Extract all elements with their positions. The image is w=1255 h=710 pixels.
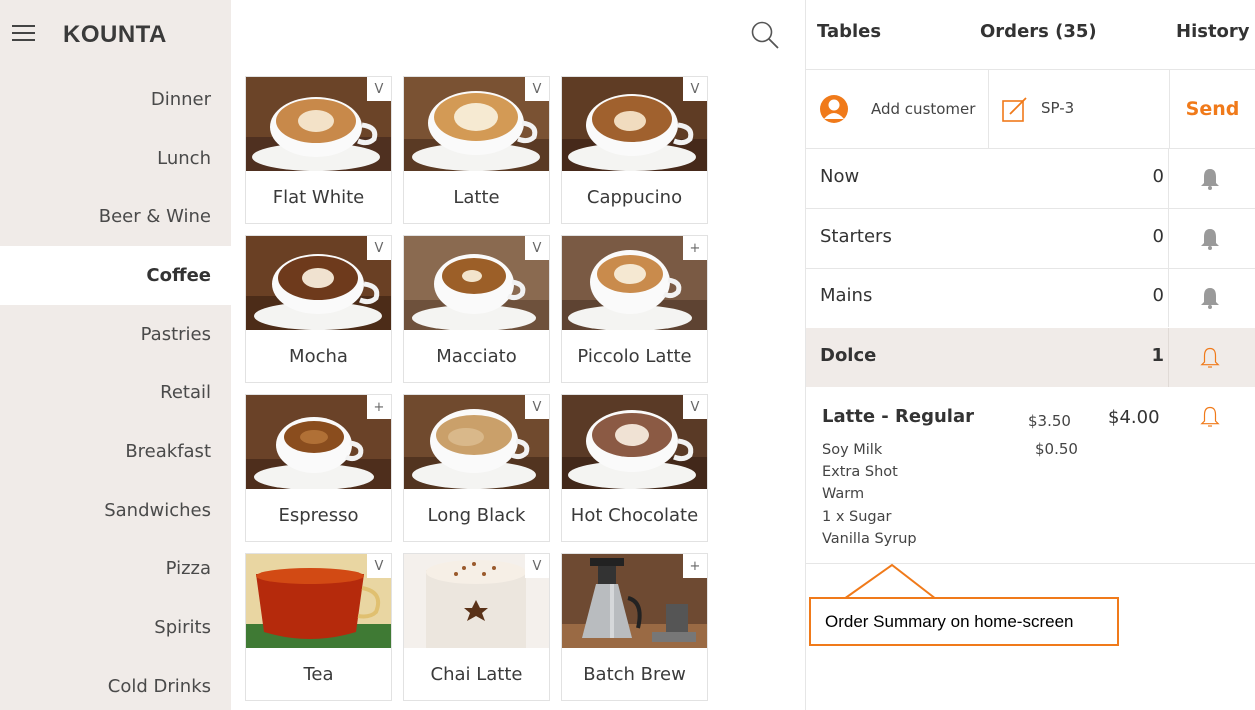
product-name: Flat White [272, 186, 365, 208]
order-reference-button[interactable]: SP-3 [989, 70, 1169, 148]
product-tile-chai-latte[interactable]: V Chai Latte [403, 553, 550, 701]
modifier: Soy Milk [822, 442, 883, 458]
search-icon[interactable] [750, 20, 780, 50]
product-tile-long-black[interactable]: V Long Black [403, 394, 550, 542]
tab-history[interactable]: History [1176, 21, 1250, 42]
product-name: Cappucino [586, 186, 683, 208]
divider [1168, 268, 1169, 327]
category-sidebar: KOUNTA Dinner Lunch Beer & Wine Coffee P… [0, 0, 231, 710]
course-row-starters[interactable]: Starters 0 [806, 209, 1255, 268]
category-pizza[interactable]: Pizza [0, 540, 231, 599]
variant-indicator: V [367, 77, 391, 101]
modifier: Vanilla Syrup [822, 530, 917, 547]
divider [1168, 328, 1169, 387]
modifier: 1 x Sugar [822, 508, 892, 525]
bell-icon[interactable] [1198, 227, 1222, 251]
callout-pointer [843, 563, 937, 600]
course-name: Mains [820, 285, 873, 306]
product-name: Long Black [427, 504, 526, 526]
category-retail[interactable]: Retail [0, 363, 231, 422]
category-coffee[interactable]: Coffee [0, 246, 231, 305]
course-row-dolce[interactable]: Dolce 1 [806, 328, 1255, 387]
edit-note-icon [1002, 97, 1027, 122]
order-item-total: $4.00 [1108, 407, 1160, 428]
product-tile-hot-chocolate[interactable]: V Hot Chocolate [561, 394, 708, 542]
variant-indicator: V [367, 554, 391, 578]
variant-indicator: V [525, 236, 549, 260]
add-indicator: + [683, 554, 707, 578]
customer-avatar-icon [820, 95, 848, 123]
product-name: Mocha [289, 345, 348, 367]
variant-indicator: V [367, 236, 391, 260]
bell-outline-icon[interactable] [1198, 405, 1222, 429]
course-count: 1 [1151, 345, 1164, 366]
modifier: Extra Shot [822, 464, 898, 481]
variant-indicator: V [525, 554, 549, 578]
add-indicator: + [367, 395, 391, 419]
product-tile-batch-brew[interactable]: + Batch Brew [561, 553, 708, 701]
course-count: 0 [1152, 226, 1164, 247]
category-sandwiches[interactable]: Sandwiches [0, 481, 231, 540]
product-name: Macciato [436, 345, 517, 367]
category-spirits[interactable]: Spirits [0, 598, 231, 657]
product-tile-espresso[interactable]: + Espresso [245, 394, 392, 542]
course-count: 0 [1152, 166, 1164, 187]
bell-outline-icon[interactable] [1198, 346, 1222, 370]
order-item-base-price: $3.50 [1028, 412, 1071, 430]
divider [1168, 209, 1169, 268]
category-beer-wine[interactable]: Beer & Wine [0, 187, 231, 246]
bell-icon[interactable] [1198, 167, 1222, 191]
course-name: Starters [820, 226, 892, 247]
course-row-mains[interactable]: Mains 0 [806, 268, 1255, 327]
product-tile-macciato[interactable]: V Macciato [403, 235, 550, 383]
product-name: Tea [303, 663, 334, 685]
send-button[interactable]: Send [1170, 70, 1255, 148]
add-customer-button[interactable]: Add customer [806, 70, 988, 148]
product-name: Piccolo Latte [577, 345, 692, 367]
product-tile-mocha[interactable]: V Mocha [245, 235, 392, 383]
order-item-modifiers: Soy Milk Extra Shot Warm 1 x Sugar Vanil… [822, 439, 917, 550]
product-name: Batch Brew [583, 663, 686, 685]
category-list: Dinner Lunch Beer & Wine Coffee Pastries… [0, 70, 231, 710]
category-dinner[interactable]: Dinner [0, 70, 231, 129]
product-name: Hot Chocolate [570, 504, 699, 526]
modifier: Warm [822, 486, 865, 503]
variant-indicator: V [525, 77, 549, 101]
product-tile-flat-white[interactable]: V Flat White [245, 76, 392, 224]
tab-tables[interactable]: Tables [817, 21, 881, 42]
add-indicator: + [683, 236, 707, 260]
order-reference-label: SP-3 [1041, 99, 1075, 117]
modifier-price: $0.50 [1035, 440, 1078, 458]
product-tile-cappucino[interactable]: V Cappucino [561, 76, 708, 224]
category-breakfast[interactable]: Breakfast [0, 422, 231, 481]
product-tile-piccolo-latte[interactable]: + Piccolo Latte [561, 235, 708, 383]
category-cold-drinks[interactable]: Cold Drinks [0, 657, 231, 710]
bell-icon[interactable] [1198, 286, 1222, 310]
tab-orders[interactable]: Orders (35) [980, 21, 1097, 42]
variant-indicator: V [683, 395, 707, 419]
variant-indicator: V [683, 77, 707, 101]
category-pastries[interactable]: Pastries [0, 305, 231, 364]
annotation-callout: Order Summary on home-screen [809, 597, 1119, 646]
product-name: Latte [453, 186, 500, 208]
course-name: Now [820, 166, 860, 187]
product-tile-tea[interactable]: V Tea [245, 553, 392, 701]
product-name: Chai Latte [430, 663, 523, 685]
brand-logo: KOUNTA [63, 21, 167, 48]
hamburger-menu-icon[interactable] [12, 25, 35, 43]
course-count: 0 [1152, 285, 1164, 306]
divider [1168, 149, 1169, 208]
product-name: Espresso [278, 504, 359, 526]
annotation-text: Order Summary on home-screen [825, 611, 1074, 631]
add-customer-label: Add customer [871, 100, 976, 118]
variant-indicator: V [525, 395, 549, 419]
course-name: Dolce [820, 345, 877, 366]
order-item-name[interactable]: Latte - Regular [822, 406, 974, 427]
course-row-now[interactable]: Now 0 [806, 149, 1255, 208]
product-tile-latte[interactable]: V Latte [403, 76, 550, 224]
category-lunch[interactable]: Lunch [0, 129, 231, 188]
